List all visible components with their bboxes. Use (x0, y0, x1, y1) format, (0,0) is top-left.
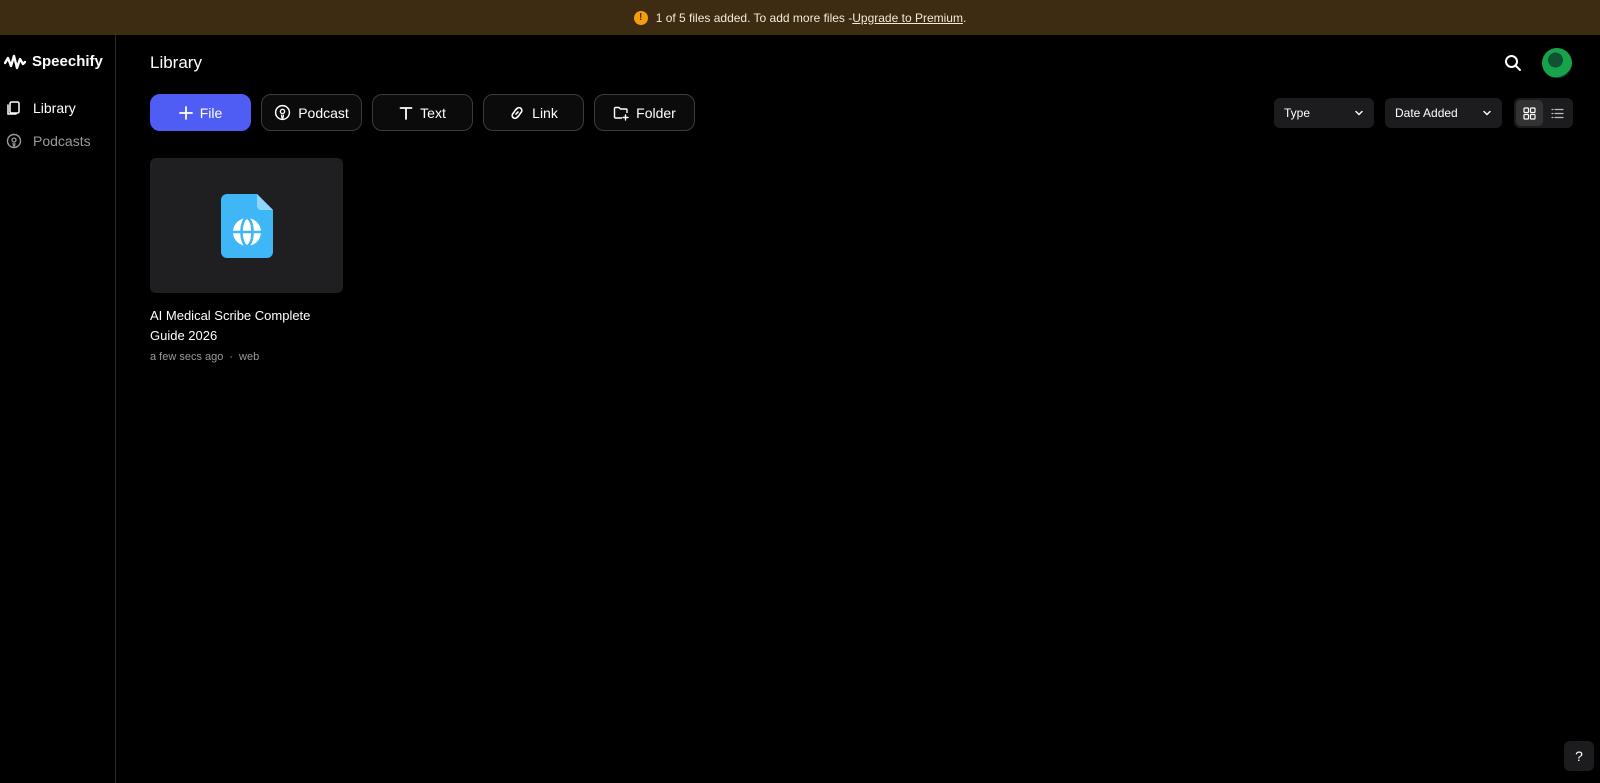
warning-icon: ! (633, 10, 648, 25)
add-text-button[interactable]: Text (372, 94, 473, 131)
brand-logo[interactable]: Speechify (4, 53, 103, 70)
folder-plus-icon (613, 106, 629, 121)
list-view-button[interactable] (1545, 100, 1572, 126)
upgrade-link[interactable]: Upgrade to Premium (852, 11, 963, 25)
sort-label: Date Added (1395, 106, 1458, 120)
list-icon (1551, 108, 1564, 118)
library-item-thumbnail[interactable] (150, 158, 343, 293)
plus-icon (178, 105, 193, 120)
web-document-icon (220, 193, 273, 258)
add-link-button[interactable]: Link (483, 94, 584, 131)
library-item-source: web (239, 351, 260, 363)
avatar[interactable] (1542, 48, 1572, 78)
grid-view-button[interactable] (1516, 100, 1543, 126)
chevron-down-icon (1355, 110, 1363, 116)
add-text-label: Text (420, 104, 446, 121)
library-item-meta: a few secs ago · web (150, 351, 259, 363)
text-icon (399, 106, 413, 120)
add-folder-label: Folder (636, 104, 676, 121)
speechify-logo-icon (4, 54, 26, 69)
add-folder-button[interactable]: Folder (594, 94, 695, 131)
view-toggle (1514, 98, 1573, 128)
banner-suffix: . (962, 10, 967, 25)
link-icon (511, 106, 523, 119)
upgrade-banner: ! 1 of 5 files added. To add more files … (0, 0, 1600, 35)
podcast-icon (275, 104, 291, 121)
library-item-title[interactable]: AI Medical Scribe Complete Guide 2026 (150, 306, 330, 346)
add-file-label: File (199, 104, 223, 121)
add-link-label: Link (532, 104, 558, 121)
type-filter-label: Type (1284, 106, 1311, 120)
header-actions (1504, 48, 1572, 78)
chevron-down-icon (1483, 110, 1491, 116)
sidebar-item-label: Podcasts (33, 133, 91, 149)
add-podcast-label: Podcast (298, 104, 349, 121)
grid-icon (1523, 106, 1536, 120)
type-filter-select[interactable]: Type (1274, 98, 1374, 128)
sidebar-item-podcasts[interactable]: Podcasts (6, 133, 91, 149)
sidebar-item-label: Library (33, 100, 76, 116)
library-icon (7, 101, 20, 115)
help-button[interactable]: ? (1564, 741, 1594, 771)
sort-select[interactable]: Date Added (1385, 98, 1502, 128)
brand-name: Speechify (32, 53, 103, 70)
search-icon[interactable] (1504, 54, 1522, 72)
page-title: Library (150, 53, 202, 72)
sidebar-item-library[interactable]: Library (6, 100, 76, 116)
meta-separator: · (229, 351, 234, 363)
banner-message: 1 of 5 files added. To add more files - (655, 10, 853, 25)
podcast-icon (6, 133, 22, 149)
library-item-time: a few secs ago (150, 351, 224, 363)
sidebar: Speechify Library Podcasts (0, 35, 116, 783)
add-file-button[interactable]: File (150, 94, 251, 131)
add-podcast-button[interactable]: Podcast (261, 94, 362, 131)
